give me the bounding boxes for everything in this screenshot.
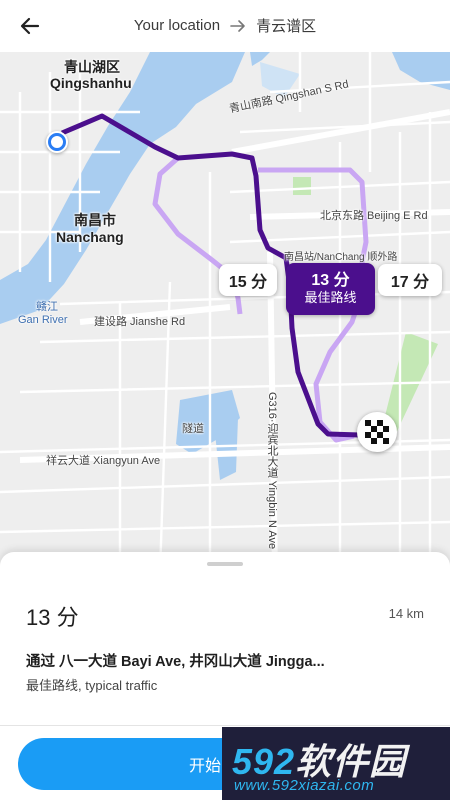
map-label-station: 南昌站/NanChang 顺外路 — [284, 252, 398, 263]
destination-label: 青云谱区 — [256, 18, 317, 35]
watermark-logo: 592软件园 www.592xiazai.com — [222, 727, 450, 800]
origin-label: Your location — [133, 17, 221, 34]
arrow-right-icon — [230, 19, 246, 33]
alt-route-right-callout[interactable]: 17 分 — [378, 264, 442, 296]
best-route-label: 最佳路线 — [304, 289, 357, 305]
top-bar: Your location 青云谱区 — [0, 0, 450, 52]
watermark-brand-text: 软件园 — [295, 741, 407, 782]
map-label-road-jianshe: 建设路 Jianshe Rd — [94, 316, 186, 328]
map-label-district-cn: 青山湖区 — [64, 59, 120, 75]
lake — [250, 52, 270, 66]
map-label-city-en: Nanchang — [56, 229, 124, 245]
map-label-road-g316: G316·迎宾北大道 Yingbin N Ave — [266, 392, 278, 550]
map-label-river-cn: 赣江 — [36, 301, 58, 313]
route-eta: 13 分 — [26, 605, 79, 630]
map-label-district-en: Qingshanhu — [50, 75, 132, 91]
river-water — [0, 52, 245, 324]
watermark-brand-number: 592 — [232, 741, 296, 782]
best-route-time: 13 分 — [311, 272, 350, 290]
route-title[interactable]: Your location 青云谱区 — [0, 15, 450, 36]
watermark-url: www.592xiazai.com — [234, 777, 375, 794]
route-traffic: 最佳路线, typical traffic — [26, 678, 158, 693]
map-label-city-cn: 南昌市 — [74, 212, 116, 228]
sheet-drag-handle[interactable] — [207, 562, 243, 566]
divider — [0, 725, 450, 726]
map-view[interactable]: 青山湖区 Qingshanhu 南昌市 Nanchang 赣江 Gan Rive… — [0, 52, 450, 572]
map-label-road-xiangyun: 祥云大道 Xiangyun Ave — [46, 455, 161, 467]
alt-route-left-callout[interactable]: 15 分 — [219, 264, 277, 296]
current-location-icon[interactable] — [46, 131, 68, 153]
map-canvas — [0, 52, 450, 572]
checkered-flag-icon[interactable] — [357, 412, 397, 452]
map-label-road-beijing: 北京东路 Beijing E Rd — [320, 210, 428, 222]
map-label-river-en: Gan River — [18, 314, 68, 326]
best-route-callout[interactable]: 13 分 最佳路线 — [286, 263, 375, 315]
park — [293, 177, 311, 195]
route-distance: 14 km — [388, 606, 424, 621]
lake — [214, 418, 238, 480]
route-via: 通过 八一大道 Bayi Ave, 井冈山大道 Jingga... — [26, 654, 325, 670]
map-label-tunnel: 隧道 — [182, 423, 204, 435]
